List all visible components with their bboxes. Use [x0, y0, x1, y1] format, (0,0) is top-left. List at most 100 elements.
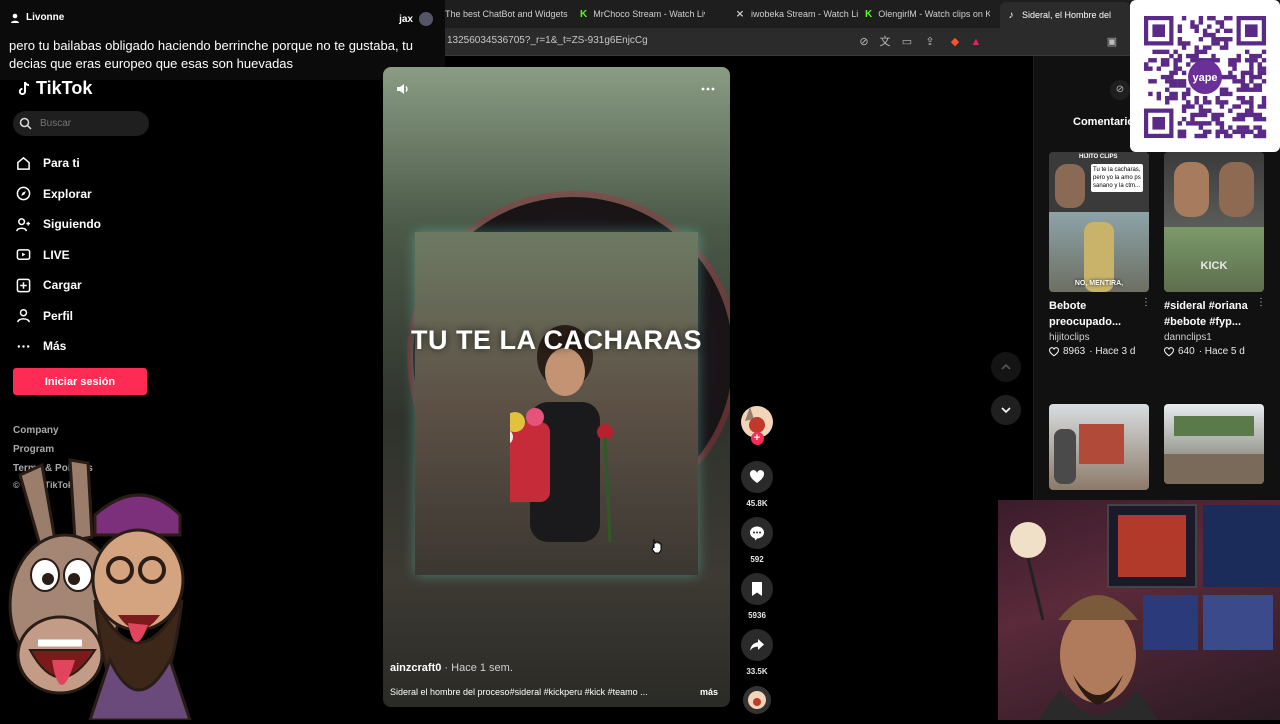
logo-text: TikTok — [36, 78, 93, 98]
qr-module — [1173, 49, 1178, 55]
qr-module — [1152, 79, 1157, 84]
like-button[interactable]: 45.8K — [738, 461, 776, 508]
qr-module — [1257, 83, 1262, 88]
qr-module — [1194, 49, 1199, 55]
sidebar-item-live[interactable]: LIVE — [16, 240, 166, 271]
qr-module — [1232, 58, 1237, 63]
qr-module — [1173, 91, 1178, 97]
compass-icon — [16, 186, 31, 201]
share-button[interactable]: 33.5K — [738, 629, 776, 676]
qr-module — [1165, 87, 1170, 92]
qr-module — [1236, 87, 1241, 92]
search-input[interactable] — [38, 117, 138, 130]
qr-module — [1198, 125, 1204, 130]
related-stats: 8963 · Hace 3 d — [1049, 346, 1135, 357]
footer-company[interactable]: Company — [13, 425, 59, 436]
comment-button[interactable]: 592 — [738, 517, 776, 564]
qr-module — [1144, 66, 1149, 71]
footer-program[interactable]: Program — [13, 444, 54, 455]
tab-mrchoco[interactable]: K MrChoco Stream - Watch Live — [580, 4, 705, 24]
related-user[interactable]: dannclips1 — [1164, 332, 1212, 343]
tracking-icon[interactable]: ⊘ — [857, 35, 871, 49]
url-field[interactable]: 13256034536705?_r=1&_t=ZS-931g6EnjcCg — [447, 35, 648, 46]
qr-module — [1211, 37, 1216, 42]
sidebar-item-perfil[interactable]: Perfil — [16, 301, 166, 332]
caption-more-link[interactable]: más — [700, 687, 718, 697]
compass-icon[interactable]: ⊘ — [1110, 80, 1130, 100]
video-player[interactable]: TU TE LA CACHARAS ainzcraft0 · Hace 1 se… — [383, 67, 730, 707]
qr-module — [1257, 104, 1262, 109]
sidebar-item-explorar[interactable]: Explorar — [16, 179, 166, 210]
rewards-icon[interactable]: ▲ — [969, 35, 983, 49]
brave-shield-icon[interactable]: ◆ — [948, 35, 962, 49]
related-user[interactable]: hijitoclips — [1049, 332, 1090, 343]
search-box[interactable] — [13, 111, 149, 136]
sound-disc-button[interactable] — [738, 685, 776, 715]
qr-module — [1244, 108, 1250, 113]
qr-module — [1148, 79, 1153, 84]
related-thumbnail[interactable]: HIJITO CLIPS Tu te la cacharas, pero yo … — [1049, 152, 1149, 292]
previous-video-button[interactable] — [991, 352, 1021, 382]
tiktok-logo[interactable]: TikTok — [16, 78, 92, 99]
qr-module — [1207, 121, 1212, 126]
qr-module — [1232, 116, 1237, 122]
related-stats: 640 · Hace 5 d — [1164, 346, 1245, 357]
qr-module — [1253, 87, 1258, 92]
save-button[interactable]: 5936 — [738, 573, 776, 620]
qr-module — [1223, 45, 1229, 50]
qr-module — [1177, 41, 1183, 46]
qr-module — [1228, 70, 1233, 76]
qr-module — [1211, 53, 1216, 59]
related-thumbnail[interactable] — [1164, 404, 1264, 484]
qr-module — [1249, 74, 1254, 80]
follow-plus-icon[interactable]: + — [750, 432, 764, 445]
upload-icon — [16, 278, 31, 293]
chat-user2-label: jax — [399, 13, 413, 25]
qr-module — [1202, 95, 1208, 101]
screenshot-icon[interactable]: ▭ — [900, 35, 914, 49]
thumb-person-2 — [1219, 162, 1254, 217]
creator-avatar-button[interactable]: + — [738, 405, 776, 445]
sidebar-toggle-icon[interactable]: ▣ — [1105, 35, 1119, 49]
tab-iwobeka[interactable]: ⨯ iwobeka Stream - Watch Li — [735, 4, 860, 24]
post-time: · Hace 1 sem. — [444, 662, 513, 674]
related-thumbnail[interactable]: KICK — [1164, 152, 1264, 292]
sidebar-item-siguiendo[interactable]: Siguiendo — [16, 209, 166, 240]
qr-module — [1232, 62, 1237, 67]
qr-module — [1194, 95, 1199, 101]
qr-module — [1169, 70, 1174, 76]
video-author[interactable]: ainzcraft0 · Hace 1 sem. — [390, 662, 513, 674]
sidebar-item-mas[interactable]: Más — [16, 331, 166, 362]
login-button[interactable]: Iniciar sesión — [13, 368, 147, 395]
related-title[interactable]: Bebote preocupado... — [1049, 298, 1149, 330]
related-title[interactable]: #sideral #oriana #bebote #fyp... — [1164, 298, 1264, 330]
translate-icon[interactable]: 文 — [878, 35, 892, 49]
volume-icon[interactable] — [395, 81, 411, 97]
more-options-icon[interactable] — [700, 81, 716, 97]
qr-module — [1169, 83, 1174, 88]
qr-module — [1261, 79, 1267, 84]
qr-module — [1202, 49, 1208, 55]
author-name[interactable]: ainzcraft0 — [390, 662, 441, 674]
sidebar-item-para-ti[interactable]: Para ti — [16, 148, 166, 179]
next-video-button[interactable] — [991, 395, 1021, 425]
tab-olengirlm[interactable]: K OlengirlM - Watch clips on Kic — [865, 4, 990, 24]
qr-module — [1194, 121, 1199, 126]
sidebar-item-label: Cargar — [43, 278, 82, 293]
qr-module — [1165, 74, 1170, 80]
tab-comentarios[interactable]: Comentario — [1073, 116, 1134, 128]
sidebar-item-cargar[interactable]: Cargar — [16, 270, 166, 301]
qr-module — [1207, 108, 1212, 113]
thumb-road — [1164, 454, 1264, 484]
qr-module — [1198, 37, 1204, 42]
qr-module — [1160, 74, 1166, 80]
related-thumbnail[interactable] — [1049, 404, 1149, 490]
qr-module — [1156, 49, 1162, 55]
qr-module — [1261, 104, 1267, 109]
tab-sideral[interactable]: ♪ Sideral, el Hombre del — [1000, 2, 1130, 28]
share-page-icon[interactable]: ⇪ — [923, 35, 937, 49]
tab-chatbot[interactable]: The best ChatBot and Widgets — [445, 4, 570, 24]
qr-module — [1236, 129, 1241, 134]
qr-module — [1211, 32, 1216, 38]
chatbot-tab-title: The best ChatBot and Widgets — [445, 9, 568, 19]
